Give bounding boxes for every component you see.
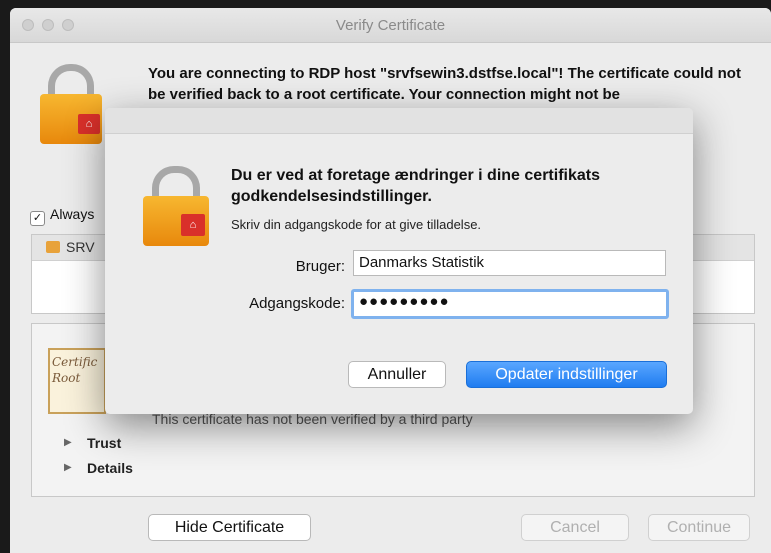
details-disclosure-icon[interactable]: ▶ [64, 462, 72, 473]
continue-button[interactable]: Continue [648, 514, 750, 541]
always-trust-checkbox[interactable]: ✓ Always [30, 206, 94, 226]
cancel-auth-button[interactable]: Annuller [348, 361, 446, 388]
connection-warning-message: You are connecting to RDP host "srvfsewi… [148, 65, 741, 103]
certificate-badge-icon: ⌂ [181, 214, 205, 236]
checkmark-icon: ✓ [30, 211, 45, 226]
certificate-image: Certific Root [48, 348, 106, 414]
certificate-icon [46, 241, 60, 253]
certificate-list-row-label: SRV [66, 239, 95, 255]
user-field[interactable]: Danmarks Statistik [353, 250, 666, 276]
window-title: Verify Certificate [335, 17, 446, 34]
authorization-sheet: ⌂ Du er ved at foretage ændringer i dine… [105, 108, 693, 414]
always-trust-label: Always [50, 206, 95, 222]
trust-disclosure-icon[interactable]: ▶ [64, 437, 72, 448]
lock-icon: ⌂ [40, 64, 102, 146]
details-section-label[interactable]: Details [87, 460, 133, 476]
trust-section-label[interactable]: Trust [87, 435, 121, 451]
cancel-button[interactable]: Cancel [521, 514, 629, 541]
title-bar: Verify Certificate [10, 8, 771, 43]
sheet-header [105, 108, 693, 134]
update-settings-button[interactable]: Opdater indstillinger [466, 361, 667, 388]
certificate-badge-icon: ⌂ [78, 114, 100, 134]
password-field[interactable]: ●●●●●●●●● [351, 289, 669, 319]
sheet-subtitle: Skriv din adgangskode for at give tillad… [231, 217, 482, 232]
hide-certificate-button[interactable]: Hide Certificate [148, 514, 311, 541]
lock-icon: ⌂ [143, 166, 209, 246]
password-label: Adgangskode: [249, 295, 345, 312]
user-label: Bruger: [295, 258, 345, 275]
sheet-title: Du er ved at foretage ændringer i dine c… [231, 167, 600, 205]
